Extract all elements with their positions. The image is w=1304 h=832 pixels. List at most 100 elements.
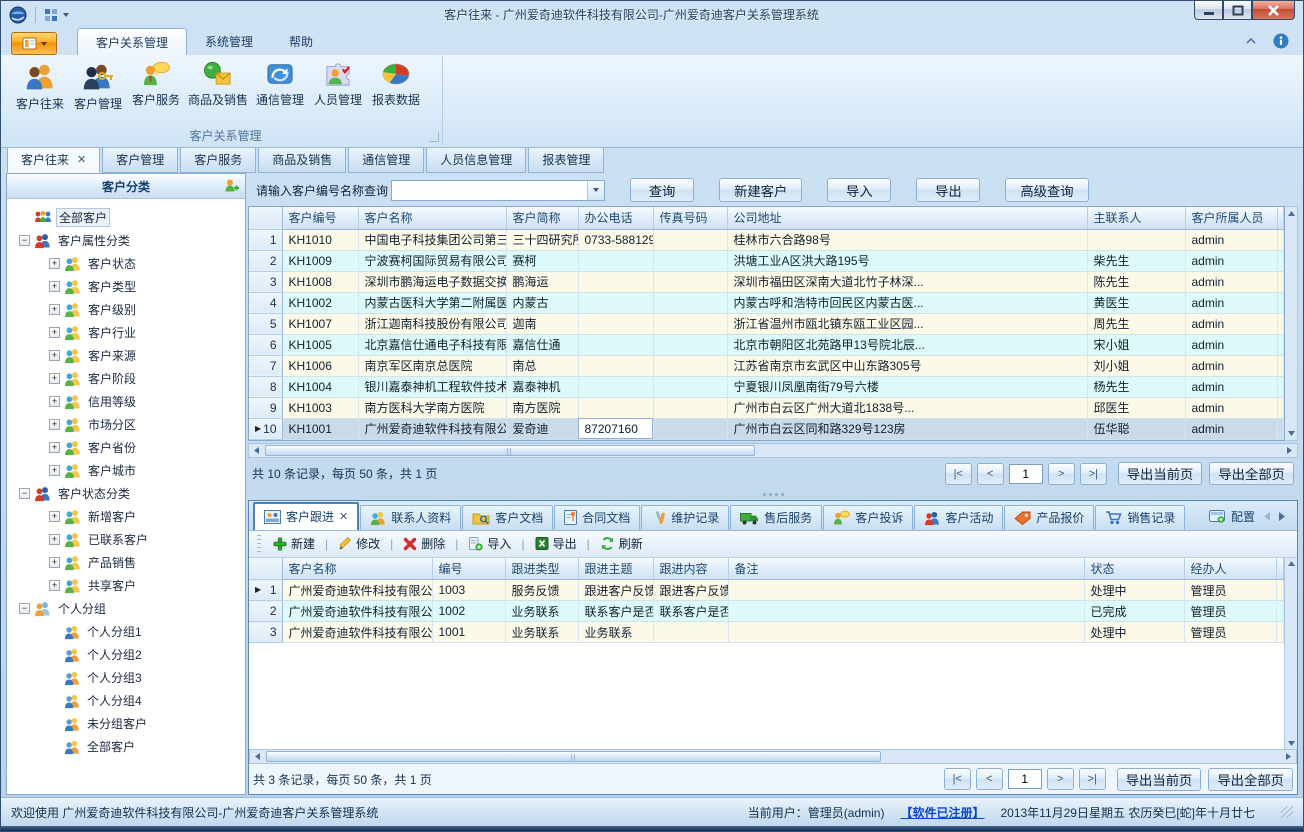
collapse-ribbon-icon[interactable] — [1245, 37, 1257, 45]
doc-tab-商品及销售[interactable]: 商品及销售 — [258, 147, 346, 173]
column-header[interactable]: 跟进内容 — [653, 558, 728, 580]
column-header[interactable]: 跟进主题 — [578, 558, 653, 580]
table-row[interactable]: 7KH1006南京军区南京总医院南总江苏省南京市玄武区中山东路305号刘小姐ad… — [249, 355, 1284, 376]
toolbar-button-删除[interactable]: 删除 — [400, 533, 448, 554]
tree-item-客户行业[interactable]: +客户行业 — [9, 321, 243, 344]
export-current-page-button[interactable]: 导出当前页 — [1118, 462, 1203, 485]
detail-tab-销售记录[interactable]: 销售记录 — [1095, 505, 1185, 530]
scrollbar-thumb[interactable] — [266, 751, 881, 762]
tree-item-个人分组1[interactable]: 个人分组1 — [9, 620, 243, 643]
config-button[interactable]: 配置 — [1209, 508, 1255, 525]
add-category-icon[interactable] — [224, 178, 240, 194]
horizontal-scrollbar[interactable] — [249, 749, 1297, 764]
table-row[interactable]: 3KH1008深圳市鹏海运电子数据交换有限公司鹏海运深圳市福田区深南大道北竹子林… — [249, 271, 1284, 292]
collapse-node-icon[interactable]: − — [19, 488, 30, 499]
detail-tab-维护记录[interactable]: 维护记录 — [641, 505, 729, 530]
collapse-node-icon[interactable]: − — [19, 235, 30, 246]
column-header[interactable]: 客户编号 — [282, 207, 358, 229]
last-page-button[interactable]: >| — [1079, 768, 1106, 790]
doc-tab-通信管理[interactable]: 通信管理 — [348, 147, 424, 173]
combo-dropdown-button[interactable] — [587, 181, 604, 200]
table-row[interactable]: 8KH1004银川嘉泰神机工程软件技术有限公司嘉泰神机宁夏银川凤凰南街79号六楼… — [249, 376, 1284, 397]
scroll-down-icon[interactable] — [1286, 737, 1297, 749]
column-header[interactable]: 客户名称 — [358, 207, 506, 229]
detail-tab-客户跟进[interactable]: 客户跟进✕ — [253, 502, 359, 530]
table-row[interactable]: 5KH1007浙江迦南科技股份有限公司迦南浙江省温州市瓯北镇东瓯工业区园...周… — [249, 313, 1284, 334]
tree-item-未分组客户[interactable]: 未分组客户 — [9, 712, 243, 735]
page-input[interactable] — [1009, 464, 1043, 484]
horizontal-scrollbar[interactable] — [248, 443, 1298, 458]
expand-node-icon[interactable]: + — [49, 580, 60, 591]
toolbar-button-修改[interactable]: 修改 — [335, 533, 383, 554]
layout-grid-icon[interactable] — [44, 8, 58, 22]
ribbon-button-客户服务[interactable]: 客户服务 — [127, 59, 185, 114]
scroll-up-icon[interactable] — [1286, 558, 1297, 570]
close-button[interactable] — [1252, 1, 1295, 20]
expand-node-icon[interactable]: + — [49, 258, 60, 269]
next-page-button[interactable]: > — [1047, 768, 1074, 790]
column-header[interactable]: 状态 — [1084, 558, 1184, 580]
vertical-scrollbar[interactable] — [1284, 558, 1297, 750]
scrollbar-thumb[interactable] — [265, 445, 755, 456]
ribbon-tab-帮助[interactable]: 帮助 — [271, 28, 331, 56]
expand-node-icon[interactable]: + — [49, 557, 60, 568]
tree-item-市场分区[interactable]: +市场分区 — [9, 413, 243, 436]
minimize-button[interactable] — [1194, 1, 1223, 20]
column-header[interactable]: 主联系人 — [1087, 207, 1185, 229]
scroll-down-icon[interactable] — [1286, 428, 1297, 440]
tree-item-全部客户[interactable]: 全部客户 — [9, 735, 243, 758]
doc-tab-报表管理[interactable]: 报表管理 — [528, 147, 604, 173]
customer-search-combo[interactable] — [391, 180, 605, 201]
tree-item-客户级别[interactable]: +客户级别 — [9, 298, 243, 321]
maximize-button[interactable] — [1223, 1, 1252, 20]
close-tab-icon[interactable]: ✕ — [339, 512, 348, 522]
doc-tab-客户管理[interactable]: 客户管理 — [102, 147, 178, 173]
tree-item-新增客户[interactable]: +新增客户 — [9, 505, 243, 528]
doc-tab-客户服务[interactable]: 客户服务 — [180, 147, 256, 173]
column-header[interactable]: 备注 — [728, 558, 1084, 580]
tree-item-信用等级[interactable]: +信用等级 — [9, 390, 243, 413]
toolbar-button-导出[interactable]: 导出 — [532, 533, 580, 554]
expand-node-icon[interactable]: + — [49, 327, 60, 338]
query-button-高级查询[interactable]: 高级查询 — [1005, 178, 1088, 202]
export-current-page-button[interactable]: 导出当前页 — [1117, 768, 1202, 791]
application-menu-button[interactable] — [11, 32, 57, 55]
detail-tab-客户活动[interactable]: 客户活动 — [914, 505, 1003, 530]
ribbon-button-客户管理[interactable]: 客户管理 — [69, 59, 127, 114]
column-header[interactable]: 办公电话 — [578, 207, 653, 229]
export-all-pages-button[interactable]: 导出全部页 — [1209, 462, 1294, 485]
prev-page-button[interactable]: < — [977, 463, 1004, 485]
table-row[interactable]: 2广州爱奇迪软件科技有限公司1002业务联系联系客户是否...联系客户是否...… — [249, 601, 1284, 622]
export-all-pages-button[interactable]: 导出全部页 — [1208, 768, 1293, 791]
tree-item-客户城市[interactable]: +客户城市 — [9, 459, 243, 482]
tree-item-客户来源[interactable]: +客户来源 — [9, 344, 243, 367]
query-button-导出[interactable]: 导出 — [916, 178, 980, 202]
first-page-button[interactable]: |< — [944, 768, 971, 790]
help-info-icon[interactable] — [1273, 33, 1289, 49]
ribbon-button-通信管理[interactable]: 通信管理 — [251, 59, 309, 114]
license-link[interactable]: 【软件已注册】 — [900, 804, 984, 821]
query-button-新建客户[interactable]: 新建客户 — [719, 178, 802, 202]
scroll-left-icon[interactable] — [250, 750, 265, 763]
column-header[interactable]: 跟进类型 — [505, 558, 578, 580]
tree-item-客户类型[interactable]: +客户类型 — [9, 275, 243, 298]
expand-node-icon[interactable]: + — [49, 534, 60, 545]
close-tab-icon[interactable]: ✕ — [77, 155, 86, 165]
tree-item-已联系客户[interactable]: +已联系客户 — [9, 528, 243, 551]
tree-item-客户属性分类[interactable]: −客户属性分类 — [9, 229, 243, 252]
table-row[interactable]: ▶1广州爱奇迪软件科技有限公司1003服务反馈跟进客户反馈...跟进客户反馈..… — [249, 580, 1284, 601]
last-page-button[interactable]: >| — [1080, 463, 1107, 485]
scroll-left-icon[interactable] — [249, 444, 264, 457]
expand-node-icon[interactable]: + — [49, 419, 60, 430]
ribbon-button-商品及销售[interactable]: 商品及销售 — [185, 59, 251, 114]
table-row[interactable]: 1KH1010中国电子科技集团公司第三十四研...三十四研究所0733-5881… — [249, 229, 1284, 250]
vertical-scrollbar[interactable] — [1285, 206, 1298, 441]
dialog-launcher-icon[interactable] — [429, 132, 439, 142]
detail-tab-客户文档[interactable]: 客户文档 — [462, 505, 553, 530]
collapse-node-icon[interactable]: − — [19, 603, 30, 614]
query-button-导入[interactable]: 导入 — [827, 178, 891, 202]
page-input[interactable] — [1008, 769, 1042, 789]
scroll-up-icon[interactable] — [1286, 207, 1297, 219]
table-row[interactable]: 9KH1003南方医科大学南方医院南方医院广州市白云区广州大道北1838号...… — [249, 397, 1284, 418]
column-header[interactable]: 客户简称 — [506, 207, 578, 229]
